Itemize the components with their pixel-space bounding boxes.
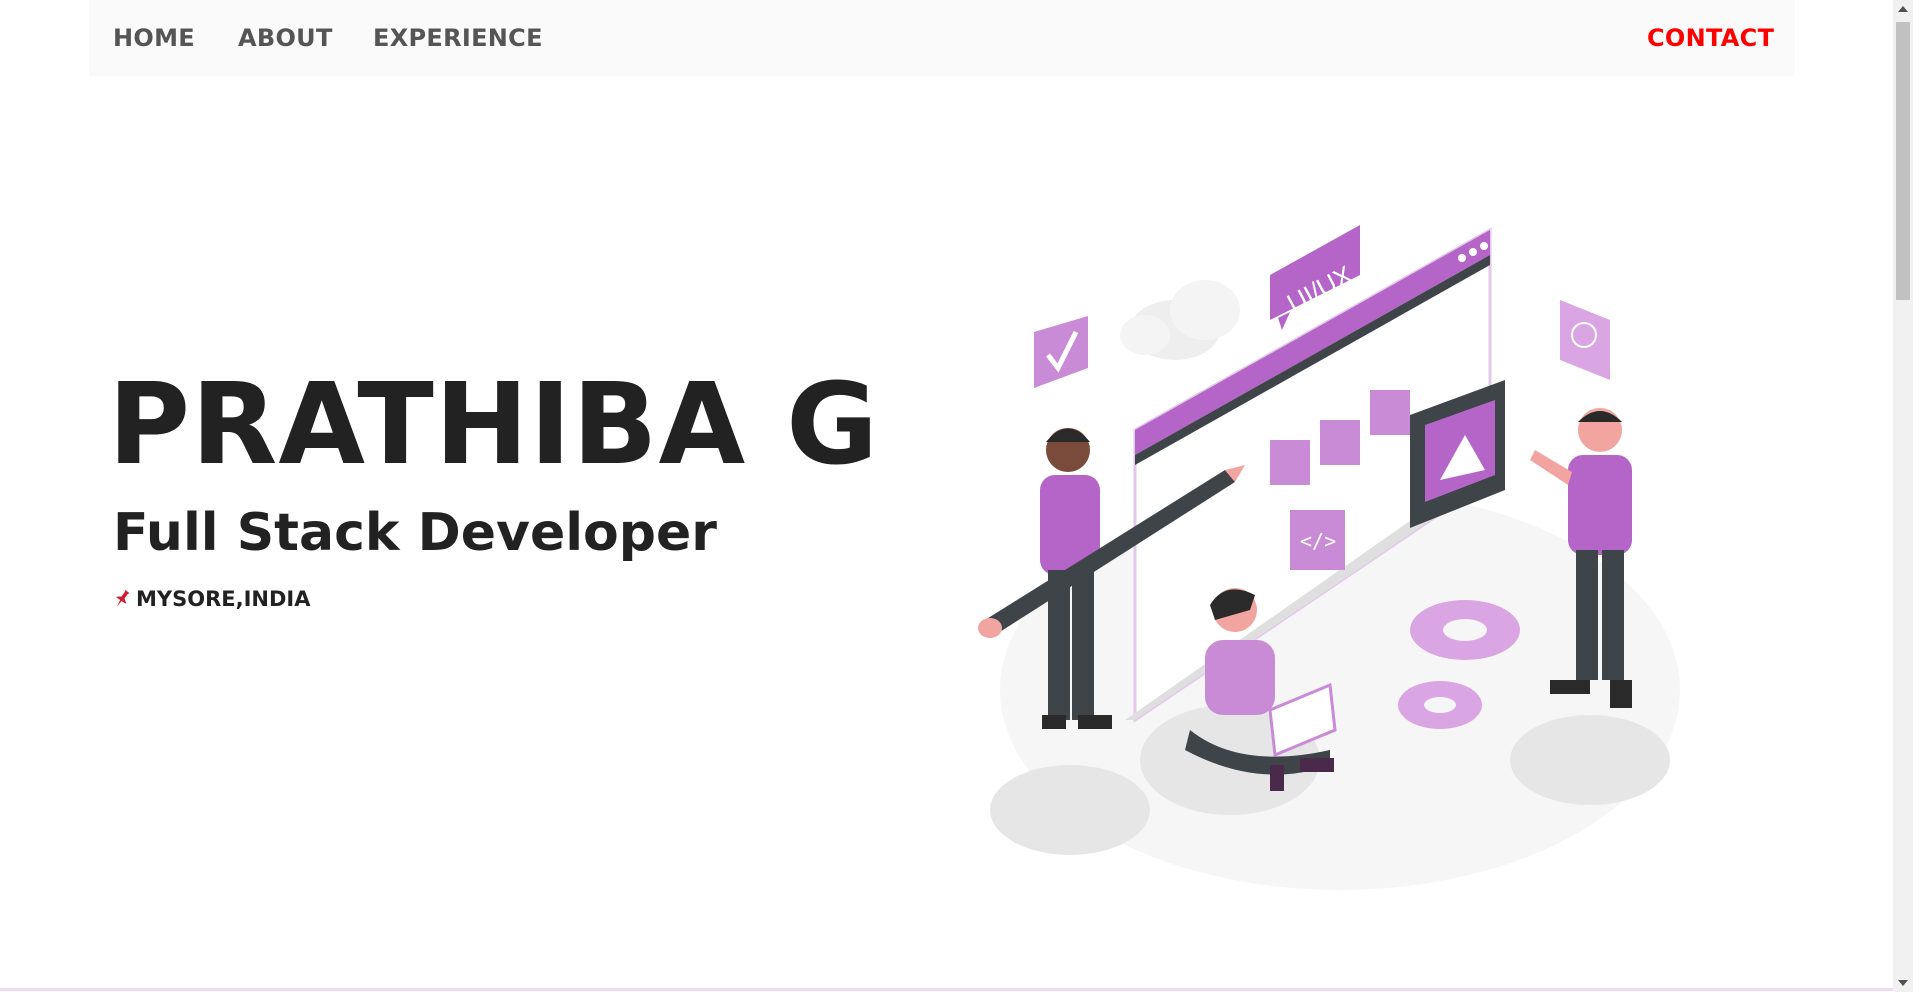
- nav-home-link[interactable]: HOME: [113, 24, 195, 52]
- scroll-up-arrow-icon[interactable]: [1898, 6, 1908, 12]
- lightbulb-badge: [1560, 300, 1610, 380]
- play-tile: [1370, 390, 1410, 435]
- checkmark-badge: [1034, 316, 1088, 388]
- pushpin-icon: [116, 589, 130, 607]
- user-tile: [1320, 420, 1360, 465]
- scroll-down-arrow-icon[interactable]: [1898, 980, 1908, 986]
- svg-text:</>: </>: [1300, 529, 1336, 553]
- location-text: MYSORE,INDIA: [136, 587, 311, 611]
- hero-location: MYSORE,INDIA: [111, 587, 310, 611]
- person-left-shadow: [990, 765, 1150, 855]
- nav-contact-link[interactable]: CONTACT: [1647, 24, 1774, 52]
- nav-about-link[interactable]: ABOUT: [238, 24, 333, 52]
- top-navbar: HOME ABOUT EXPERIENCE CONTACT: [89, 0, 1795, 76]
- gear-tile: [1270, 440, 1310, 485]
- ui-ux-illustration: UI/UX </>: [978, 225, 1680, 890]
- hero-role: Full Stack Developer: [113, 503, 717, 563]
- vertical-scrollbar[interactable]: [1893, 0, 1913, 992]
- nav-experience-link[interactable]: EXPERIENCE: [373, 24, 543, 52]
- section-divider: [0, 988, 1893, 991]
- hero-name: PRATHIBA G: [108, 360, 880, 490]
- scrollbar-thumb[interactable]: [1896, 22, 1910, 300]
- person-right-shadow: [1510, 715, 1670, 805]
- cloud-graphic: [1120, 280, 1240, 360]
